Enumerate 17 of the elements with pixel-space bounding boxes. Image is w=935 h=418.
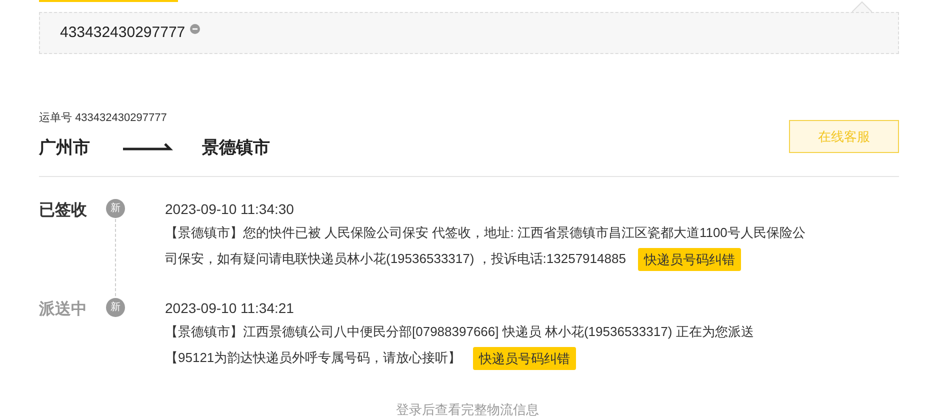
status-label: 已签收	[39, 201, 87, 221]
event-description: 【景德镇市】江西景德镇公司八中便民分部[07988397666] 快递员 林小花(19536533317) 正在为您派送	[165, 323, 754, 341]
search-field[interactable]: 433432430297777	[39, 12, 899, 54]
event-description: 【95121为韵达快递员外呼专属号码，请放心接听】	[165, 349, 462, 367]
destination-city: 景德镇市	[202, 136, 270, 158]
event-description: 司保安，如有疑问请电联快递员林小花(19536533317) ，投诉电话:13257914885	[165, 250, 626, 268]
event-description: 【景德镇市】您的快件已被 人民保险公司保安 代签收，地址: 江西省景德镇市昌江区瓷都大道1100号人民保险公	[165, 224, 806, 242]
origin-city: 广州市	[39, 136, 90, 158]
waybill-number: 运单号 433432430297777	[39, 111, 168, 126]
event-time: 2023-09-10 11:34:21	[165, 299, 295, 318]
courier-number-correction-button[interactable]: 快递员号码纠错	[473, 346, 576, 370]
new-badge: 新	[106, 298, 125, 317]
event-time: 2023-09-10 11:34:30	[165, 200, 295, 219]
status-label: 派送中	[39, 300, 87, 320]
new-badge: 新	[106, 199, 125, 218]
remove-icon[interactable]	[190, 24, 200, 34]
courier-number-correction-button[interactable]: 快递员号码纠错	[638, 248, 741, 270]
